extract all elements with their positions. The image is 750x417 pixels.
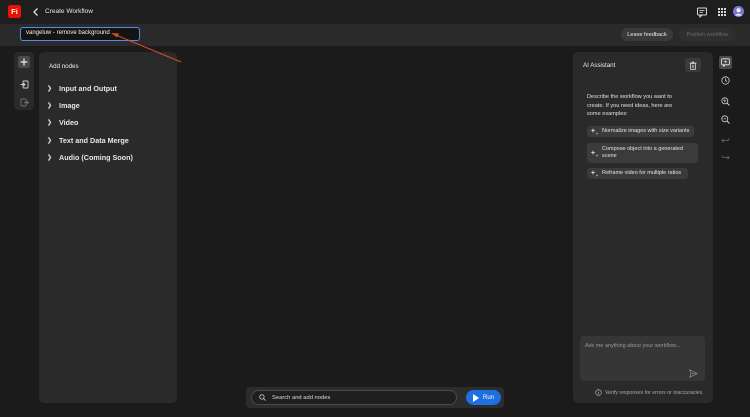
- export-button[interactable]: [18, 96, 30, 108]
- app-logo[interactable]: Fi: [8, 5, 21, 18]
- verify-note: Verify responses for errors or inaccurac…: [595, 389, 704, 396]
- clear-chat-button[interactable]: [685, 58, 701, 72]
- suggestion-reframe-video[interactable]: Reframe video for multiple ratios: [587, 168, 688, 179]
- node-category-label: Text and Data Merge: [59, 135, 129, 145]
- node-category-input-output[interactable]: ❯ Input and Output: [47, 82, 117, 94]
- trash-icon: [689, 61, 697, 70]
- plus-icon: [20, 58, 28, 66]
- undo-button[interactable]: [719, 134, 732, 147]
- zoom-out-button[interactable]: [719, 113, 732, 126]
- node-category-label: Audio (Coming Soon): [59, 152, 133, 162]
- suggestion-label: Normalize images with size variants: [602, 127, 690, 134]
- back-chevron-icon[interactable]: [32, 7, 40, 17]
- send-icon[interactable]: [689, 369, 698, 378]
- verify-text: Verify responses for errors or inaccurac…: [605, 389, 704, 396]
- node-category-label: Video: [59, 117, 79, 127]
- suggestion-label: Reframe video for multiple ratios: [602, 169, 682, 176]
- redo-icon: [721, 155, 730, 160]
- clock-icon: [721, 76, 730, 85]
- info-icon: [595, 389, 602, 396]
- node-category-label: Input and Output: [59, 83, 117, 93]
- chat-sparkle-icon: [721, 58, 730, 67]
- node-category-image[interactable]: ❯ Image: [47, 99, 80, 111]
- page-title: Create Workflow: [45, 8, 93, 15]
- node-category-label: Image: [59, 100, 80, 110]
- top-bar: Fi Create Workflow: [0, 0, 750, 24]
- ai-chat-input[interactable]: Ask me anything about your workflow...: [580, 336, 705, 381]
- suggestion-label: Compose object into a generated scene: [602, 145, 684, 160]
- node-category-video[interactable]: ❯ Video: [47, 116, 78, 128]
- panel-title: Add nodes: [49, 63, 79, 70]
- suggestion-compose-object[interactable]: Compose object into a generated scene: [587, 143, 698, 163]
- workflow-name-input[interactable]: vangeluw - remove background: [20, 27, 140, 41]
- add-node-button[interactable]: [18, 56, 30, 68]
- undo-icon: [721, 138, 730, 143]
- run-label: Run: [482, 394, 494, 401]
- ai-panel-title: AI Assistant: [583, 62, 616, 69]
- chevron-right-icon: ❯: [47, 154, 53, 161]
- import-icon: [20, 80, 28, 88]
- app-grid-icon[interactable]: [716, 6, 728, 18]
- zoom-in-button[interactable]: [719, 95, 732, 108]
- chevron-right-icon: ❯: [47, 137, 53, 144]
- zoom-out-icon: [721, 115, 730, 124]
- add-nodes-panel: Add nodes ❯ Input and Output ❯ Image ❯ V…: [39, 52, 177, 403]
- export-icon: [20, 98, 29, 106]
- chat-bubble-icon[interactable]: [696, 6, 708, 19]
- chevron-right-icon: ❯: [47, 119, 53, 126]
- ai-assistant-toggle-button[interactable]: [719, 56, 732, 69]
- right-tool-rail: [718, 54, 734, 166]
- history-button[interactable]: [719, 74, 732, 87]
- left-tool-rail: [14, 52, 34, 110]
- zoom-in-icon: [721, 97, 730, 106]
- avatar[interactable]: [733, 6, 744, 17]
- redo-button[interactable]: [719, 151, 732, 164]
- play-icon: [472, 393, 479, 402]
- import-button[interactable]: [18, 78, 30, 90]
- suggestion-normalize-images[interactable]: Normalize images with size variants: [587, 126, 694, 137]
- bottom-node-bar: Search and add nodes Run: [246, 387, 504, 408]
- search-nodes-input[interactable]: Search and add nodes: [251, 390, 457, 405]
- ai-intro-text: Describe the workflow you want to create…: [587, 94, 673, 117]
- chevron-right-icon: ❯: [47, 102, 53, 109]
- node-category-text-data-merge[interactable]: ❯ Text and Data Merge: [47, 134, 129, 146]
- chevron-right-icon: ❯: [47, 85, 53, 92]
- sparkle-icon: [590, 149, 599, 157]
- search-placeholder: Search and add nodes: [272, 394, 331, 401]
- publish-workflow-button[interactable]: Publish workflow: [679, 28, 736, 41]
- sparkle-icon: [590, 170, 599, 177]
- leave-feedback-button[interactable]: Leave feedback: [621, 28, 673, 41]
- run-button[interactable]: Run: [466, 390, 501, 405]
- node-category-audio[interactable]: ❯ Audio (Coming Soon): [47, 151, 133, 163]
- chat-input-placeholder: Ask me anything about your workflow...: [585, 343, 681, 349]
- search-icon: [259, 394, 266, 401]
- sparkle-icon: [590, 128, 599, 135]
